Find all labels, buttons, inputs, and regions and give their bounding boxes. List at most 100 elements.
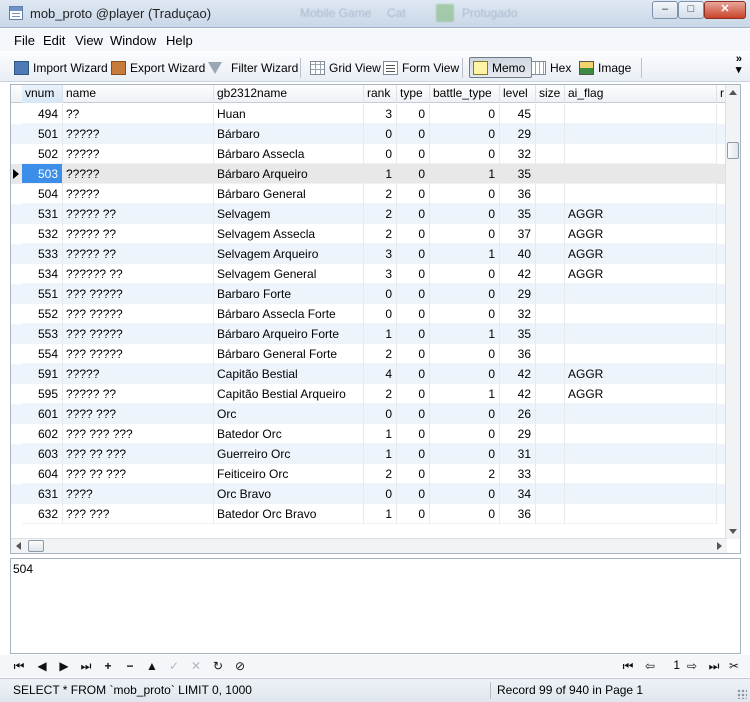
image-button[interactable]: Image: [579, 57, 631, 78]
table-row[interactable]: 502????? Bárbaro Assecla 0 0 0 32: [11, 144, 727, 164]
cell-name[interactable]: ??? ?????: [63, 324, 214, 344]
cell-name[interactable]: ??? ??? ???: [63, 424, 214, 444]
cell-rank[interactable]: 1: [364, 504, 397, 524]
cell-size[interactable]: [536, 144, 565, 164]
memo-editor[interactable]: 504: [10, 558, 741, 654]
menu-edit[interactable]: Edit: [43, 33, 65, 48]
cell-gb2312name[interactable]: Selvagem Arqueiro: [214, 244, 364, 264]
cell-level[interactable]: 31: [500, 444, 536, 464]
cell-ai-flag[interactable]: AGGR: [565, 384, 717, 404]
cell-battle-type[interactable]: 1: [430, 244, 500, 264]
cell-type[interactable]: 0: [397, 204, 430, 224]
row-indicator[interactable]: [11, 244, 22, 264]
cell-vnum[interactable]: 533: [22, 244, 63, 264]
cell-ai-flag[interactable]: AGGR: [565, 264, 717, 284]
column-header-ai-flag[interactable]: ai_flag: [565, 85, 717, 103]
export-wizard-button[interactable]: Export Wizard: [111, 57, 205, 78]
cell-name[interactable]: ????: [63, 484, 214, 504]
cell-type[interactable]: 0: [397, 224, 430, 244]
cell-gb2312name[interactable]: Bárbaro Arqueiro: [214, 164, 364, 184]
cell-ai-flag[interactable]: [565, 424, 717, 444]
column-header-size[interactable]: size: [536, 85, 565, 103]
cell-gb2312name[interactable]: Orc: [214, 404, 364, 424]
cell-vnum[interactable]: 632: [22, 504, 63, 524]
cell-type[interactable]: 0: [397, 504, 430, 524]
row-indicator[interactable]: [11, 264, 22, 284]
cell-size[interactable]: [536, 124, 565, 144]
cell-type[interactable]: 0: [397, 184, 430, 204]
cell-ai-flag[interactable]: [565, 344, 717, 364]
cell-ai-flag[interactable]: [565, 404, 717, 424]
cell-rank[interactable]: 3: [364, 264, 397, 284]
cell-level[interactable]: 42: [500, 364, 536, 384]
scroll-down-arrow-icon[interactable]: [729, 529, 737, 534]
cell-type[interactable]: 0: [397, 264, 430, 284]
cell-name[interactable]: ??? ?? ???: [63, 464, 214, 484]
cell-battle-type[interactable]: 0: [430, 344, 500, 364]
cell-gb2312name[interactable]: Batedor Orc: [214, 424, 364, 444]
cell-battle-type[interactable]: 1: [430, 384, 500, 404]
cell-type[interactable]: 0: [397, 424, 430, 444]
next-record-icon[interactable]: ▶: [56, 658, 72, 674]
cell-battle-type[interactable]: 0: [430, 364, 500, 384]
cell-rank[interactable]: 1: [364, 164, 397, 184]
cell-size[interactable]: [536, 204, 565, 224]
row-indicator[interactable]: [11, 224, 22, 244]
table-row[interactable]: 604??? ?? ??? Feiticeiro Orc 2 0 2 33: [11, 464, 727, 484]
cell-battle-type[interactable]: 0: [430, 184, 500, 204]
cell-size[interactable]: [536, 184, 565, 204]
stop-icon[interactable]: ⊘: [232, 658, 248, 674]
cell-rank[interactable]: 2: [364, 224, 397, 244]
cell-vnum[interactable]: 551: [22, 284, 63, 304]
table-row[interactable]: 551??? ????? Barbaro Forte 0 0 0 29: [11, 284, 727, 304]
scroll-up-arrow-icon[interactable]: [729, 90, 737, 95]
cell-level[interactable]: 36: [500, 184, 536, 204]
cell-type[interactable]: 0: [397, 144, 430, 164]
cell-level[interactable]: 34: [500, 484, 536, 504]
table-row[interactable]: 595????? ?? Capitão Bestial Arqueiro 2 0 1 42…: [11, 384, 727, 404]
cell-gb2312name[interactable]: Huan: [214, 104, 364, 124]
cell-gb2312name[interactable]: Bárbaro Assecla: [214, 144, 364, 164]
cell-gb2312name[interactable]: Selvagem General: [214, 264, 364, 284]
cell-size[interactable]: [536, 164, 565, 184]
vertical-scroll-thumb[interactable]: [727, 142, 739, 159]
cell-type[interactable]: 0: [397, 104, 430, 124]
row-indicator[interactable]: [11, 484, 22, 504]
row-indicator[interactable]: [11, 304, 22, 324]
cell-size[interactable]: [536, 284, 565, 304]
cell-vnum[interactable]: 504: [22, 184, 63, 204]
column-header-type[interactable]: type: [397, 85, 430, 103]
menu-view[interactable]: View: [75, 33, 103, 48]
cell-rank[interactable]: 0: [364, 144, 397, 164]
cell-type[interactable]: 0: [397, 164, 430, 184]
horizontal-scrollbar[interactable]: [11, 538, 727, 553]
cell-gb2312name[interactable]: Bárbaro General Forte: [214, 344, 364, 364]
cell-rank[interactable]: 2: [364, 204, 397, 224]
insert-record-icon[interactable]: +: [100, 658, 116, 674]
cell-vnum[interactable]: 553: [22, 324, 63, 344]
cell-type[interactable]: 0: [397, 124, 430, 144]
cell-name[interactable]: ????? ??: [63, 244, 214, 264]
cell-vnum[interactable]: 591: [22, 364, 63, 384]
menu-help[interactable]: Help: [166, 33, 193, 48]
cell-rank[interactable]: 1: [364, 324, 397, 344]
cell-vnum[interactable]: 595: [22, 384, 63, 404]
menu-window[interactable]: Window: [110, 33, 156, 48]
cell-battle-type[interactable]: 1: [430, 164, 500, 184]
cell-vnum[interactable]: 532: [22, 224, 63, 244]
cell-gb2312name[interactable]: Capitão Bestial Arqueiro: [214, 384, 364, 404]
cell-level[interactable]: 33: [500, 464, 536, 484]
cell-battle-type[interactable]: 0: [430, 264, 500, 284]
cell-name[interactable]: ?????: [63, 144, 214, 164]
cell-ai-flag[interactable]: [565, 504, 717, 524]
cell-battle-type[interactable]: 0: [430, 224, 500, 244]
cell-battle-type[interactable]: 2: [430, 464, 500, 484]
cell-gb2312name[interactable]: Bárbaro: [214, 124, 364, 144]
cell-vnum[interactable]: 503: [22, 164, 63, 184]
row-indicator[interactable]: [11, 504, 22, 524]
cell-level[interactable]: 29: [500, 124, 536, 144]
post-edit-icon[interactable]: ✓: [166, 658, 182, 674]
column-header-vnum[interactable]: vnum: [22, 85, 63, 103]
table-row[interactable]: 503????? Bárbaro Arqueiro 1 0 1 35: [11, 164, 727, 184]
cell-level[interactable]: 29: [500, 424, 536, 444]
